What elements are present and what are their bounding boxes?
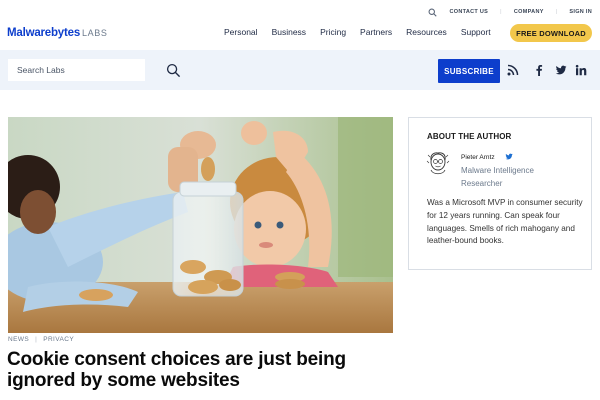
- company-link[interactable]: COMPANY: [514, 9, 544, 15]
- nav-item-partners[interactable]: Partners: [360, 27, 392, 37]
- site-header: Malwarebytes LABS CONTACT US | COMPANY | …: [0, 0, 600, 50]
- nav-item-personal[interactable]: Personal: [224, 27, 258, 37]
- author-name[interactable]: Pieter Arntz: [461, 154, 495, 161]
- search-input[interactable]: [8, 59, 145, 81]
- author-bio: Was a Microsoft MVP in consumer security…: [427, 198, 583, 246]
- nav-item-resources[interactable]: Resources: [406, 27, 447, 37]
- search-icon[interactable]: [166, 63, 181, 78]
- category-news-link[interactable]: NEWS: [8, 336, 29, 343]
- subscribe-button[interactable]: SUBSCRIBE: [438, 59, 500, 83]
- utility-links: CONTACT US | COMPANY | SIGN IN: [428, 7, 592, 17]
- divider: |: [500, 9, 502, 15]
- malwarebytes-labs-logo[interactable]: Malwarebytes LABS: [7, 27, 107, 39]
- nav-item-pricing[interactable]: Pricing: [320, 27, 346, 37]
- sign-in-link[interactable]: SIGN IN: [569, 9, 592, 15]
- logo-suffix: LABS: [82, 28, 108, 38]
- linkedin-icon[interactable]: [575, 64, 587, 76]
- nav-item-business[interactable]: Business: [272, 27, 307, 37]
- logo-brand: Malwarebytes: [7, 27, 81, 39]
- facebook-icon[interactable]: [533, 64, 545, 76]
- author-card-heading: ABOUT THE AUTHOR: [427, 132, 512, 141]
- search-icon[interactable]: [428, 8, 438, 17]
- divider: |: [555, 9, 558, 15]
- article-title: Cookie consent choices are just being ig…: [7, 349, 346, 391]
- category-privacy-link[interactable]: PRIVACY: [43, 336, 74, 343]
- author-avatar[interactable]: [426, 151, 450, 177]
- author-role: Malware Intelligence Researcher: [461, 166, 534, 188]
- nav-item-support[interactable]: Support: [461, 27, 491, 37]
- article-hero-image: [8, 117, 393, 333]
- author-twitter-icon[interactable]: [505, 153, 513, 160]
- author-card: ABOUT THE AUTHOR Pieter Arntz Malware In…: [408, 117, 592, 270]
- twitter-icon[interactable]: [555, 64, 567, 76]
- article-categories: NEWS | PRIVACY: [8, 336, 74, 343]
- contact-us-link[interactable]: CONTACT US: [449, 9, 488, 15]
- rss-icon[interactable]: [507, 64, 519, 76]
- main-nav: Personal Business Pricing Partners Resou…: [224, 27, 491, 37]
- divider: |: [35, 336, 38, 343]
- free-download-button[interactable]: FREE DOWNLOAD: [510, 24, 592, 42]
